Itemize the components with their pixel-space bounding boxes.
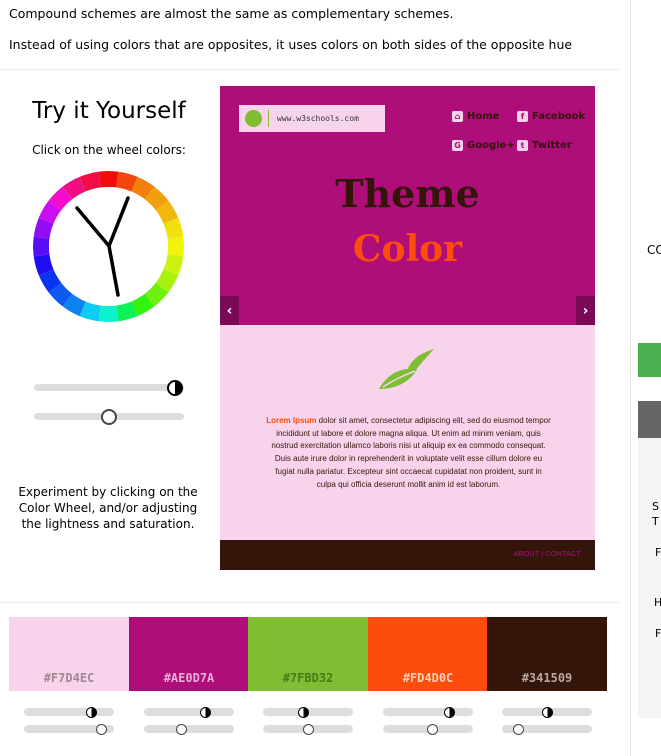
- color-swatch[interactable]: #341509: [487, 617, 607, 691]
- nav-facebook-label: Facebook: [532, 111, 586, 122]
- divider-top: [0, 69, 620, 70]
- nav-google-label: Google+: [467, 140, 515, 151]
- twitter-icon: t: [517, 140, 528, 151]
- edge-text-co: CO: [647, 243, 661, 257]
- headline-theme: Theme: [335, 171, 480, 216]
- wheel-segment[interactable]: [33, 236, 50, 257]
- globe-icon: [245, 110, 262, 127]
- color-swatch[interactable]: #AE0D7A: [129, 617, 249, 691]
- edge-text-f2: F: [655, 627, 661, 640]
- swatch-saturation-knob-icon[interactable]: [176, 724, 187, 735]
- lorem-highlight: Lorem Ipsum: [266, 416, 317, 425]
- nav-home-label: Home: [467, 111, 500, 122]
- swatch-lightness-knob-icon[interactable]: [86, 707, 97, 718]
- logo-url: www.w3schools.com: [277, 114, 359, 123]
- swatch-lightness-slider[interactable]: [144, 708, 234, 716]
- nav-facebook[interactable]: f Facebook: [517, 111, 585, 122]
- swatch-lightness-slider[interactable]: [24, 708, 114, 716]
- swatch-lightness-knob-icon[interactable]: [444, 707, 455, 718]
- wheel-segment[interactable]: [98, 171, 119, 188]
- swatch-hex-label: #341509: [521, 671, 573, 685]
- swatch-lightness-knob-icon[interactable]: [200, 707, 211, 718]
- footer-links[interactable]: ABOUT | CONTACT: [513, 549, 581, 558]
- intro-line-2: Instead of using colors that are opposit…: [9, 37, 573, 52]
- experiment-text: Experiment by clicking on the Color Whee…: [18, 485, 198, 531]
- next-arrow-button[interactable]: ›: [576, 296, 595, 326]
- wheel-instruction: Click on the wheel colors:: [32, 143, 186, 157]
- edge-gray-bar: [638, 401, 661, 438]
- color-swatch[interactable]: #7FBD32: [248, 617, 368, 691]
- swatch-lightness-knob-icon[interactable]: [298, 707, 309, 718]
- swatch-hex-label: #AE0D7A: [163, 671, 215, 685]
- swatch-saturation-knob-icon[interactable]: [96, 724, 107, 735]
- lorem-paragraph: Lorem Ipsum dolor sit amet, consectetur …: [266, 415, 551, 491]
- divider-bottom: [0, 602, 620, 603]
- color-wheel[interactable]: [33, 171, 184, 322]
- demo-footer: ABOUT | CONTACT: [220, 540, 595, 570]
- wheel-segment[interactable]: [167, 236, 184, 257]
- home-icon: ⌂: [452, 111, 463, 122]
- headline-color: Color: [352, 228, 463, 270]
- swatch-saturation-knob-icon[interactable]: [427, 724, 438, 735]
- try-it-title: Try it Yourself: [32, 98, 186, 124]
- lightness-knob-icon[interactable]: [167, 380, 183, 396]
- edge-light-panel: [638, 438, 661, 718]
- lightness-slider[interactable]: [34, 384, 184, 391]
- lorem-body: dolor sit amet, consectetur adipiscing e…: [271, 416, 551, 489]
- intro-text: Compound schemes are almost the same as …: [9, 6, 619, 68]
- nav-home[interactable]: ⌂ Home: [452, 111, 499, 122]
- wheel-segment[interactable]: [98, 305, 119, 322]
- swatch-hex-label: #FD4D0C: [402, 671, 454, 685]
- color-swatch[interactable]: #FD4D0C: [368, 617, 488, 691]
- logo-divider: [268, 110, 269, 127]
- demo-content: Lorem Ipsum dolor sit amet, consectetur …: [220, 325, 595, 540]
- swatch-saturation-knob-icon[interactable]: [513, 724, 524, 735]
- color-swatch[interactable]: #F7D4EC: [9, 617, 129, 691]
- google-plus-icon: G: [452, 140, 463, 151]
- demo-hero: www.w3schools.com ⌂ Home f Facebook G Go…: [220, 86, 595, 326]
- prev-arrow-button[interactable]: ‹: [220, 296, 239, 326]
- nav-twitter[interactable]: t Twitter: [517, 140, 572, 151]
- swatch-lightness-slider[interactable]: [383, 708, 473, 716]
- swatch-hex-label: #7FBD32: [282, 671, 334, 685]
- leaf-icon: [379, 349, 434, 389]
- edge-text-f1: F: [655, 546, 661, 559]
- swatch-saturation-slider[interactable]: [144, 725, 234, 733]
- edge-green-button[interactable]: [638, 343, 661, 377]
- demo-logo[interactable]: www.w3schools.com: [239, 105, 385, 132]
- edge-text-t: T: [652, 515, 659, 528]
- swatch-hex-label: #F7D4EC: [43, 671, 95, 685]
- edge-text-h: H: [654, 596, 661, 609]
- theme-demo-panel: www.w3schools.com ⌂ Home f Facebook G Go…: [220, 86, 595, 570]
- swatch-lightness-knob-icon[interactable]: [542, 707, 553, 718]
- intro-line-1: Compound schemes are almost the same as …: [9, 6, 454, 21]
- nav-twitter-label: Twitter: [532, 140, 572, 151]
- saturation-knob-icon[interactable]: [101, 409, 117, 425]
- swatch-saturation-knob-icon[interactable]: [303, 724, 314, 735]
- facebook-icon: f: [517, 111, 528, 122]
- nav-google[interactable]: G Google+: [452, 140, 515, 151]
- edge-text-s: S: [652, 500, 659, 513]
